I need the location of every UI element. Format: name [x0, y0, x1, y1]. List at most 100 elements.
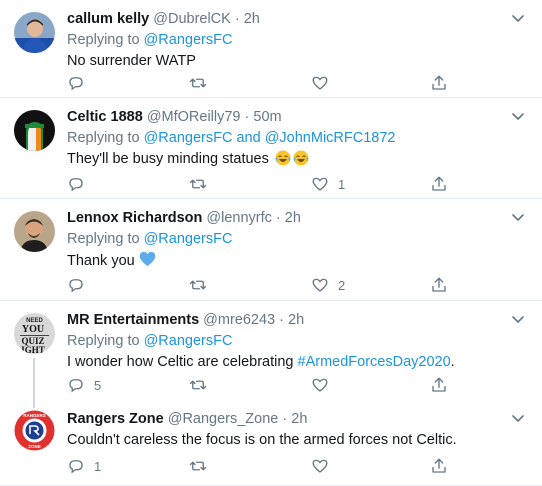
avatar[interactable]: NEED YOU QUIZ IGHT [14, 313, 55, 354]
mention-link[interactable]: @RangersFC [144, 32, 233, 48]
thread-connector-line [33, 358, 35, 398]
blue-heart-icon [139, 251, 156, 267]
avatar[interactable] [14, 12, 55, 53]
user-name[interactable]: Lennox Richardson [67, 210, 202, 226]
reply-button[interactable]: 1 [67, 456, 101, 476]
reply-button[interactable] [67, 275, 94, 295]
reply-count: 1 [94, 458, 102, 474]
mention-link[interactable]: @RangersFC [144, 333, 233, 349]
user-handle[interactable]: @Rangers_Zone [168, 411, 279, 427]
user-handle[interactable]: @lennyrfc [206, 210, 272, 226]
reply-icon [69, 178, 83, 192]
tweet-text-body: Couldn't careless the focus is on the ar… [67, 432, 457, 448]
like-button[interactable] [311, 456, 338, 476]
share-icon [432, 176, 446, 191]
reply-icon [69, 279, 83, 293]
reply-count: 5 [94, 377, 102, 393]
user-handle[interactable]: @mre6243 [203, 312, 275, 328]
heart-icon [312, 278, 328, 292]
separator-dot: · [275, 210, 281, 226]
replying-joiner: and [236, 130, 261, 146]
timestamp[interactable]: 2h [285, 210, 301, 226]
chevron-down-icon[interactable] [510, 10, 526, 26]
reply-icon [69, 379, 83, 393]
share-icon [432, 277, 446, 292]
tweet-text-suffix: . [450, 354, 455, 370]
share-button[interactable] [430, 73, 448, 93]
share-icon [432, 458, 446, 473]
tweet-text: No surrender WATP [67, 52, 502, 71]
replying-to: Replying to @RangersFC and @JohnMicRFC18… [67, 129, 502, 148]
tweet-header: Celtic 1888 @MfOReilly79 · 50m [67, 108, 502, 126]
user-name[interactable]: Rangers Zone [67, 411, 164, 427]
retweet-icon [189, 461, 207, 471]
mention-link[interactable]: @RangersFC [144, 231, 233, 247]
user-handle[interactable]: @DubrelCK [153, 11, 231, 27]
share-icon [432, 377, 446, 392]
tweet-text-body: No surrender WATP [67, 53, 196, 69]
share-button[interactable] [430, 456, 448, 476]
tweet-header: callum kelly @DubrelCK · 2h [67, 10, 502, 28]
timestamp[interactable]: 2h [288, 312, 304, 328]
retweet-button[interactable] [189, 375, 216, 395]
user-handle[interactable]: @MfOReilly79 [147, 109, 241, 125]
retweet-button[interactable] [189, 456, 216, 476]
avatar[interactable] [14, 110, 55, 151]
replying-to: Replying to @RangersFC [67, 31, 502, 50]
face-with-tears-of-joy-icon [293, 150, 309, 166]
retweet-icon [189, 280, 207, 290]
reply-tweet[interactable]: callum kelly @DubrelCK · 2h Replying to … [0, 0, 542, 98]
mention-link[interactable]: @JohnMicRFC1872 [265, 130, 396, 146]
tweet-header: Rangers Zone @Rangers_Zone · 2h [67, 410, 502, 428]
reply-button[interactable]: 5 [67, 375, 101, 395]
separator-dot: · [234, 11, 240, 27]
replying-prefix: Replying to [67, 130, 140, 146]
chevron-down-icon[interactable] [510, 311, 526, 327]
thread-connector-line [33, 398, 35, 408]
share-button[interactable] [430, 275, 448, 295]
replying-prefix: Replying to [67, 231, 140, 247]
avatar[interactable] [14, 211, 55, 252]
tweet-text: Thank you [67, 251, 502, 271]
like-button[interactable]: 2 [311, 275, 345, 295]
like-count: 2 [338, 277, 346, 293]
reply-tweet[interactable]: Celtic 1888 @MfOReilly79 · 50m Replying … [0, 98, 542, 199]
retweet-button[interactable] [189, 73, 216, 93]
user-name[interactable]: MR Entertainments [67, 312, 199, 328]
reply-tweet[interactable]: Lennox Richardson @lennyrfc · 2h Replyin… [0, 199, 542, 301]
tweet-actions: 1 [67, 456, 467, 476]
heart-icon [312, 76, 328, 90]
retweet-button[interactable] [189, 275, 216, 295]
retweet-button[interactable] [189, 174, 216, 194]
timestamp[interactable]: 2h [244, 11, 260, 27]
face-with-tears-of-joy-icon [275, 150, 291, 166]
like-button[interactable]: 1 [311, 174, 345, 194]
reply-tweet[interactable]: RANGERS ZONE Rangers Zone @Rangers_Zone … [0, 398, 542, 486]
reply-tweet[interactable]: NEED YOU QUIZ IGHT MR Entertainments @mr… [0, 301, 542, 398]
timestamp[interactable]: 50m [253, 109, 281, 125]
tweet-text-body: Thank you [67, 253, 135, 269]
share-button[interactable] [430, 174, 448, 194]
user-name[interactable]: Celtic 1888 [67, 109, 143, 125]
like-button[interactable] [311, 73, 338, 93]
avatar[interactable]: RANGERS ZONE [14, 410, 55, 451]
reply-icon [69, 77, 83, 91]
chevron-down-icon[interactable] [510, 410, 526, 426]
hashtag-link[interactable]: #ArmedForcesDay2020 [298, 354, 451, 370]
share-button[interactable] [430, 375, 448, 395]
separator-dot: · [279, 312, 284, 328]
like-button[interactable] [311, 375, 338, 395]
retweet-icon [189, 78, 207, 88]
mention-link[interactable]: @RangersFC [144, 130, 233, 146]
tweet-actions [67, 73, 467, 93]
tweet-text: They'll be busy minding statues [67, 150, 502, 169]
tweet-actions: 5 [67, 375, 467, 395]
timestamp[interactable]: 2h [291, 411, 307, 427]
replying-to: Replying to @RangersFC [67, 332, 502, 351]
reply-button[interactable] [67, 73, 94, 93]
chevron-down-icon[interactable] [510, 209, 526, 225]
heart-icon [312, 177, 328, 191]
user-name[interactable]: callum kelly [67, 11, 149, 27]
reply-button[interactable] [67, 174, 94, 194]
chevron-down-icon[interactable] [510, 108, 526, 124]
